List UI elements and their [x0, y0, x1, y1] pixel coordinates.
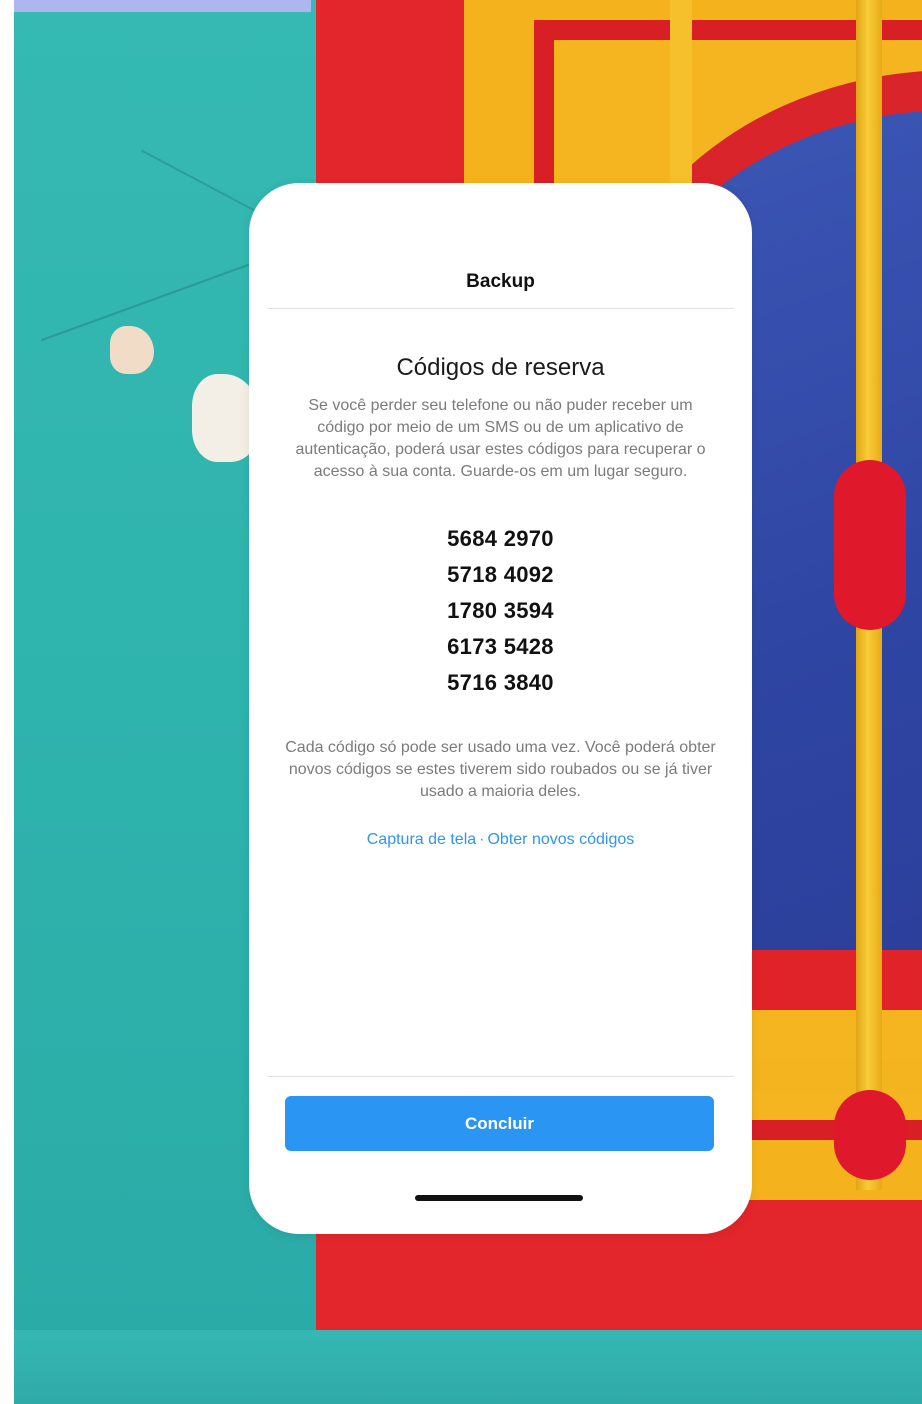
backup-code: 5716 3840 — [447, 670, 554, 695]
top-highlight — [14, 0, 311, 12]
nav-header: Backup — [267, 183, 734, 309]
red-ornament — [834, 1090, 906, 1180]
backup-codes-content: Códigos de reserva Se você perder seu te… — [277, 353, 724, 849]
screenshot-link[interactable]: Captura de tela — [367, 831, 476, 848]
red-ornament — [834, 460, 906, 630]
teal-floor — [14, 1330, 922, 1404]
done-button[interactable]: Concluir — [285, 1096, 714, 1151]
description-text: Se você perder seu telefone ou não puder… — [295, 397, 706, 480]
phone-screen: Backup Códigos de reserva Se você perder… — [249, 183, 752, 1234]
section-heading: Códigos de reserva — [396, 354, 605, 381]
yellow-bar-top — [670, 0, 692, 190]
action-links: Captura de tela · Obter novos códigos — [277, 831, 724, 849]
page-title: Backup — [466, 271, 535, 292]
codes-list: 5684 2970 5718 4092 1780 3594 6173 5428 … — [277, 521, 724, 701]
backup-code: 1780 3594 — [447, 598, 554, 623]
get-new-codes-link[interactable]: Obter novos códigos — [487, 831, 634, 848]
paint-chip — [110, 326, 154, 374]
usage-note: Cada código só pode ser usado uma vez. V… — [285, 739, 716, 800]
footer-divider — [267, 1076, 734, 1077]
backup-code: 6173 5428 — [447, 634, 554, 659]
backup-code: 5718 4092 — [447, 562, 554, 587]
home-indicator — [415, 1195, 583, 1201]
link-separator: · — [479, 831, 485, 848]
backup-code: 5684 2970 — [447, 526, 554, 551]
